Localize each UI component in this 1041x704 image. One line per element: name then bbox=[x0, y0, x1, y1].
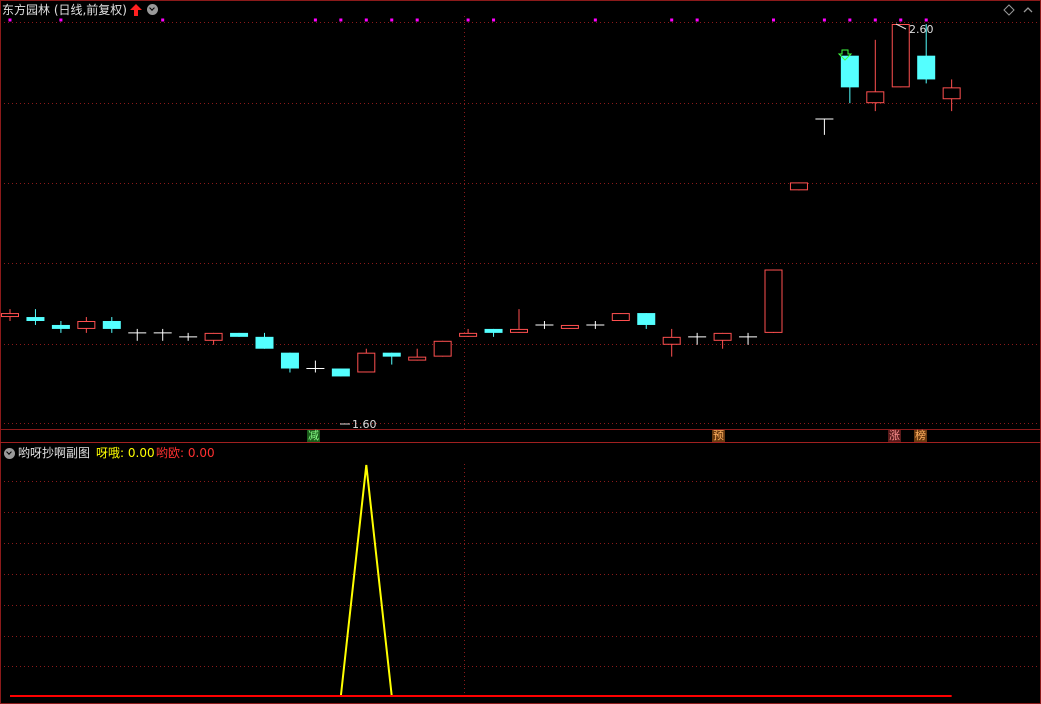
signal-dot-9 bbox=[492, 18, 496, 22]
candle-body-9 bbox=[230, 332, 249, 337]
signal-dot-0 bbox=[8, 18, 12, 22]
low-price-label: 1.60 bbox=[352, 418, 377, 431]
candle-body-31 bbox=[789, 182, 808, 191]
candle-body-17 bbox=[433, 340, 452, 357]
series-1-name: 呀哦 bbox=[96, 446, 121, 460]
candle-body-8 bbox=[204, 332, 223, 341]
candle-body-4 bbox=[102, 321, 121, 329]
candle-body-37 bbox=[942, 87, 961, 100]
signal-dot-16 bbox=[873, 18, 877, 22]
signal-dot-5 bbox=[364, 18, 368, 22]
series-1-value: 0.00 bbox=[127, 446, 155, 460]
marker-yu[interactable]: 预 bbox=[712, 430, 725, 442]
candle-body-36 bbox=[917, 55, 936, 80]
signal-dot-1 bbox=[59, 18, 63, 22]
marker-zhang[interactable]: 涨 bbox=[888, 430, 901, 442]
signal-dot-7 bbox=[415, 18, 419, 22]
candle-body-25 bbox=[637, 313, 656, 325]
signal-dot-11 bbox=[670, 18, 674, 22]
diamond-icon[interactable] bbox=[1003, 4, 1015, 16]
candle-body-33 bbox=[840, 55, 859, 88]
candle-body-10 bbox=[255, 336, 274, 349]
dropdown-circle-icon[interactable] bbox=[147, 4, 158, 15]
candle-body-1 bbox=[26, 317, 45, 322]
candle-body-0 bbox=[1, 313, 19, 318]
series-2-value: 0.00 bbox=[187, 446, 215, 460]
candle-body-2 bbox=[51, 324, 70, 329]
signal-dot-10 bbox=[593, 18, 597, 22]
candle-body-15 bbox=[382, 352, 401, 357]
candle-body-18 bbox=[459, 332, 478, 337]
candle-body-35 bbox=[891, 24, 910, 88]
sub-chart-title: 哟呀抄啊副图 bbox=[18, 446, 91, 460]
candle-body-11 bbox=[280, 352, 299, 369]
candlestick-chart[interactable] bbox=[0, 0, 1041, 704]
sub-chart-dropdown-icon[interactable] bbox=[4, 448, 15, 459]
chart-frame bbox=[0, 0, 1041, 704]
stock-chart-window: 东方园林 (日线,前复权) 2.60 1.60 减 预 涨 榜 哟呀抄啊副图 呀… bbox=[0, 0, 1041, 704]
candle-body-19 bbox=[484, 328, 503, 333]
candle-body-13 bbox=[331, 368, 350, 377]
chart-title: 东方园林 (日线,前复权) bbox=[2, 3, 127, 17]
signal-dot-17 bbox=[899, 18, 903, 22]
candle-body-30 bbox=[764, 269, 783, 333]
candle-body-20 bbox=[510, 328, 528, 333]
candle-body-34 bbox=[866, 91, 885, 104]
candle-body-28 bbox=[713, 332, 732, 341]
series-2-name: 哟欧 bbox=[156, 446, 181, 460]
sub-series-line bbox=[315, 464, 417, 697]
high-price-label: 2.60 bbox=[909, 23, 934, 36]
series-1-colon: : bbox=[120, 446, 128, 460]
chevron-up-icon[interactable] bbox=[1022, 4, 1034, 16]
candle-body-3 bbox=[77, 321, 96, 329]
signal-dot-12 bbox=[695, 18, 699, 22]
marker-jian[interactable]: 减 bbox=[307, 430, 320, 442]
signal-dot-6 bbox=[390, 18, 394, 22]
signal-dot-8 bbox=[466, 18, 470, 22]
signal-dot-15 bbox=[848, 18, 852, 22]
series-1-legend: 呀哦: 0.00 bbox=[96, 445, 155, 461]
series-2-legend: 哟欧: 0.00 bbox=[156, 445, 215, 461]
marker-bang[interactable]: 榜 bbox=[914, 430, 927, 442]
candle-body-26 bbox=[662, 336, 681, 345]
signal-dot-4 bbox=[339, 18, 343, 22]
signal-dot-13 bbox=[772, 18, 775, 22]
series-2-colon: : bbox=[180, 446, 188, 460]
candle-body-14 bbox=[357, 352, 376, 373]
candle-body-16 bbox=[408, 356, 427, 361]
signal-dot-2 bbox=[161, 18, 165, 22]
signal-dot-3 bbox=[313, 18, 317, 22]
candle-body-24 bbox=[611, 313, 630, 321]
up-arrow-icon bbox=[130, 4, 142, 16]
candle-body-22 bbox=[560, 324, 579, 329]
signal-dot-14 bbox=[822, 18, 826, 22]
